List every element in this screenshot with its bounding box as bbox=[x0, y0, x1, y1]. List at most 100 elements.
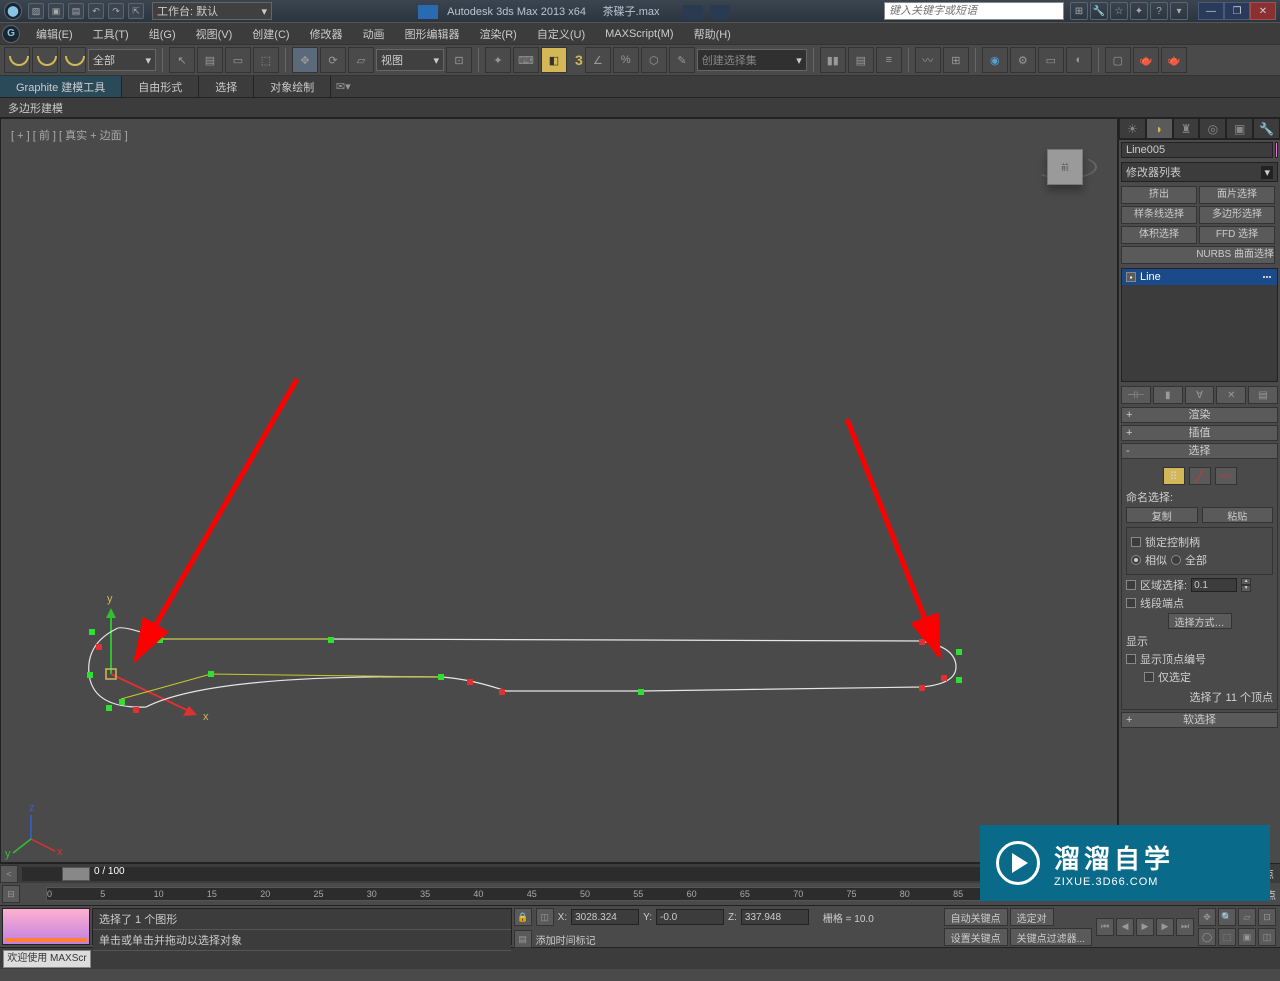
subobj-segment-icon[interactable]: ╱ bbox=[1189, 467, 1211, 485]
move-icon[interactable]: ✥ bbox=[292, 47, 318, 73]
taskbar-app-icon[interactable] bbox=[418, 5, 438, 19]
render-setup-icon[interactable]: ⚙ bbox=[1010, 47, 1036, 73]
mod-btn-patch-select[interactable]: 面片选择 bbox=[1199, 186, 1275, 204]
cp-tab-utilities-icon[interactable]: 🔧 bbox=[1253, 118, 1280, 139]
menu-grapheditors[interactable]: 图形编辑器 bbox=[395, 23, 470, 45]
search-input[interactable] bbox=[884, 2, 1064, 20]
select-icon[interactable]: ↖ bbox=[169, 47, 195, 73]
set-key-button[interactable]: 设置关键点 bbox=[944, 928, 1008, 946]
help-icon[interactable]: ? bbox=[1150, 2, 1168, 20]
star-icon[interactable]: ☆ bbox=[1110, 2, 1128, 20]
cp-tab-motion-icon[interactable]: ◎ bbox=[1199, 118, 1226, 139]
lock-handles-checkbox[interactable] bbox=[1131, 537, 1141, 547]
taskbar-thumb2-icon[interactable] bbox=[710, 5, 730, 19]
material-editor-icon[interactable]: ◉ bbox=[982, 47, 1008, 73]
ribbon-sub-label[interactable]: 多边形建模 bbox=[0, 98, 1280, 118]
abs-rel-icon[interactable]: ◫ bbox=[536, 908, 554, 926]
qat-link-icon[interactable]: ⇱ bbox=[128, 3, 144, 19]
cp-tab-modify-icon[interactable]: ◗ bbox=[1146, 118, 1173, 139]
menu-customize[interactable]: 自定义(U) bbox=[527, 23, 595, 45]
pivot-icon[interactable]: ⊡ bbox=[446, 47, 472, 73]
expand-icon[interactable]: ▪ bbox=[1126, 272, 1136, 282]
ribbon-tab-graphite[interactable]: Graphite 建模工具 bbox=[0, 76, 122, 97]
workspace-dropdown[interactable]: 工作台: 默认▾ bbox=[152, 2, 272, 20]
area-select-checkbox[interactable] bbox=[1126, 580, 1136, 590]
mod-btn-nurbs-select[interactable]: NURBS 曲面选择 bbox=[1121, 246, 1275, 264]
modifier-stack[interactable]: ▪ Line bbox=[1121, 268, 1278, 382]
menu-app-icon[interactable]: G bbox=[2, 25, 20, 43]
show-end-result-icon[interactable]: ▮ bbox=[1153, 386, 1183, 404]
select-way-button[interactable]: 选择方式… bbox=[1168, 613, 1232, 629]
menu-group[interactable]: 组(G) bbox=[139, 23, 186, 45]
script-listener-icon[interactable]: ▤ bbox=[514, 930, 532, 948]
viewport-thumbnail[interactable] bbox=[2, 908, 90, 945]
teapot-container-icon[interactable]: ▢ bbox=[1105, 47, 1131, 73]
nav-min-max-icon[interactable]: ◫ bbox=[1258, 928, 1276, 946]
time-slider-thumb[interactable] bbox=[62, 867, 90, 881]
selection-filter-button[interactable]: 选定对 bbox=[1010, 908, 1054, 926]
ribbon-expand-icon[interactable]: ✉▾ bbox=[331, 76, 355, 97]
mod-btn-poly-select[interactable]: 多边形选择 bbox=[1199, 206, 1275, 224]
similar-radio[interactable] bbox=[1131, 555, 1141, 565]
qat-undo-icon[interactable]: ↶ bbox=[88, 3, 104, 19]
subobj-vertex-icon[interactable]: ⠿ bbox=[1163, 467, 1185, 485]
menu-help[interactable]: 帮助(H) bbox=[684, 23, 741, 45]
rollout-soft-selection[interactable]: +软选择 bbox=[1121, 712, 1278, 728]
menu-views[interactable]: 视图(V) bbox=[186, 23, 243, 45]
auto-key-button[interactable]: 自动关键点 bbox=[944, 908, 1008, 926]
percent-snap-icon[interactable]: % bbox=[613, 47, 639, 73]
close-button[interactable]: ✕ bbox=[1250, 2, 1276, 20]
quick-render-icon[interactable]: 🫖 bbox=[1161, 47, 1187, 73]
cp-tab-hierarchy-icon[interactable]: ♜ bbox=[1173, 118, 1200, 139]
ribbon-tab-selection[interactable]: 选择 bbox=[199, 76, 254, 97]
keyboard-shortcut-icon[interactable]: ⌨ bbox=[513, 47, 539, 73]
lock-selection-icon[interactable]: 🔒 bbox=[514, 908, 532, 926]
render-teapot-icon[interactable]: 🫖 bbox=[1133, 47, 1159, 73]
selection-filter-dropdown[interactable]: 全部▾ bbox=[88, 49, 156, 71]
goto-end-icon[interactable]: ⏭ bbox=[1176, 918, 1194, 936]
add-time-tag[interactable]: 添加时间标记 bbox=[536, 932, 940, 947]
mod-btn-extrude[interactable]: 挤出 bbox=[1121, 186, 1197, 204]
scale-icon[interactable]: ▱ bbox=[348, 47, 374, 73]
nav-orbit-icon[interactable]: ◯ bbox=[1198, 928, 1216, 946]
nav-pan-icon[interactable]: ✥ bbox=[1198, 908, 1216, 926]
z-input[interactable] bbox=[741, 909, 809, 925]
snap-toggle-icon[interactable]: ◧ bbox=[541, 47, 567, 73]
toolbox-icon[interactable]: ⊞ bbox=[1070, 2, 1088, 20]
render-frame-icon[interactable]: ▭ bbox=[1038, 47, 1064, 73]
only-selected-checkbox[interactable] bbox=[1144, 672, 1154, 682]
menu-rendering[interactable]: 渲染(R) bbox=[470, 23, 527, 45]
prev-frame-icon[interactable]: ◀ bbox=[1116, 918, 1134, 936]
select-name-icon[interactable]: ▤ bbox=[197, 47, 223, 73]
goto-start-icon[interactable]: ⏮ bbox=[1096, 918, 1114, 936]
key-filters-button[interactable]: 关键点过滤器... bbox=[1010, 928, 1092, 946]
subobj-spline-icon[interactable]: 〰 bbox=[1215, 467, 1237, 485]
time-slider[interactable]: 0 / 100 bbox=[22, 867, 1114, 881]
rect-region-icon[interactable]: ▭ bbox=[225, 47, 251, 73]
qat-open-icon[interactable]: ▣ bbox=[48, 3, 64, 19]
nav-zoom-all-icon[interactable]: ⊡ bbox=[1258, 908, 1276, 926]
unlink-icon[interactable] bbox=[32, 47, 58, 73]
rollout-selection[interactable]: -选择 bbox=[1121, 443, 1278, 459]
mirror-icon[interactable]: ▮▮ bbox=[820, 47, 846, 73]
curve-editor-icon[interactable]: 〰 bbox=[915, 47, 941, 73]
link-icon[interactable] bbox=[4, 47, 30, 73]
window-crossing-icon[interactable]: ⬚ bbox=[253, 47, 279, 73]
bind-icon[interactable] bbox=[60, 47, 86, 73]
taskbar-thumb-icon[interactable] bbox=[683, 5, 703, 19]
rollout-render[interactable]: +渲染 bbox=[1121, 407, 1278, 423]
all-radio[interactable] bbox=[1171, 555, 1181, 565]
nav-fov-icon[interactable]: ▱ bbox=[1238, 908, 1256, 926]
cp-tab-create-icon[interactable]: ☀ bbox=[1119, 118, 1146, 139]
play-icon[interactable]: ▶ bbox=[1136, 918, 1154, 936]
app-logo-icon[interactable]: ⬤ bbox=[4, 2, 22, 20]
track-toggle-icon[interactable]: < bbox=[0, 865, 18, 883]
manipulate-icon[interactable]: ✦ bbox=[485, 47, 511, 73]
stack-item-line[interactable]: ▪ Line bbox=[1122, 269, 1277, 285]
segment-end-checkbox[interactable] bbox=[1126, 598, 1136, 608]
menu-edit[interactable]: 编辑(E) bbox=[26, 23, 83, 45]
object-color-swatch[interactable] bbox=[1275, 142, 1278, 158]
y-input[interactable] bbox=[656, 909, 724, 925]
next-frame-icon[interactable]: ▶ bbox=[1156, 918, 1174, 936]
angle-snap-icon[interactable]: ∠ bbox=[585, 47, 611, 73]
